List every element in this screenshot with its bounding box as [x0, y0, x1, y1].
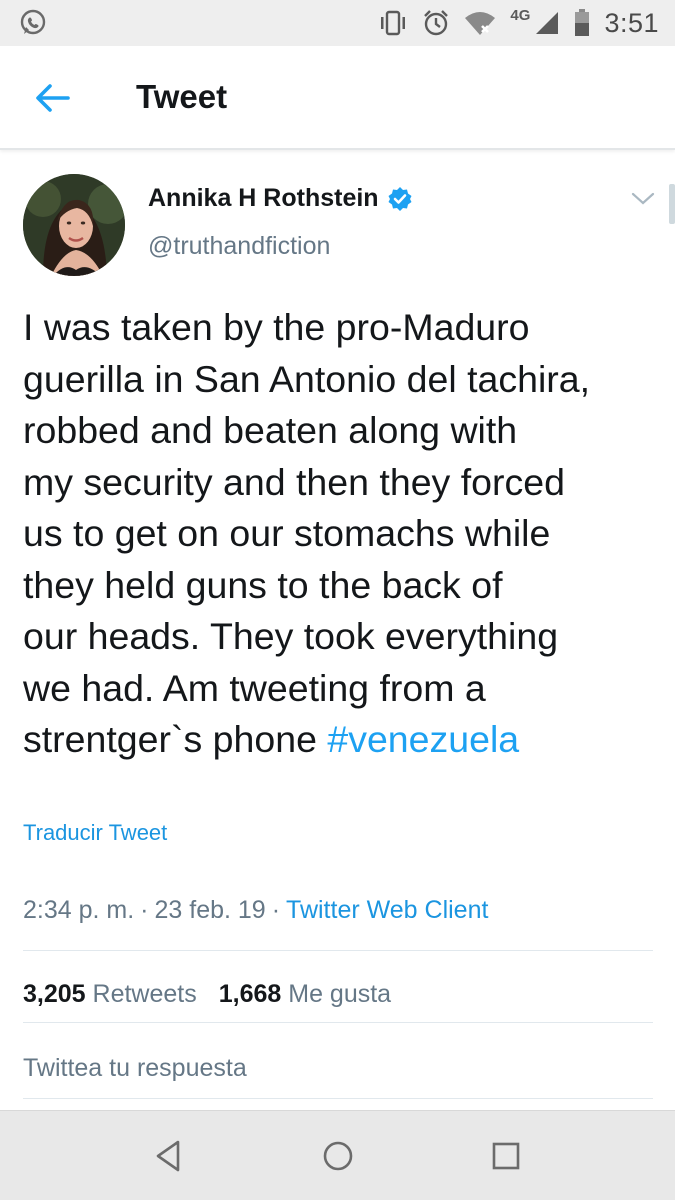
app-bar: Tweet — [0, 46, 675, 150]
client-link[interactable]: Twitter Web Client — [286, 896, 488, 924]
retweets-count: 3,205 — [23, 980, 86, 1008]
verified-badge-icon — [388, 186, 412, 211]
tweet-text-last-line: strentger`s phone #venezuela — [23, 714, 663, 766]
meta-separator: · — [140, 896, 149, 924]
tweet-stats: 3,205 Retweets 1,668 Me gusta — [23, 980, 413, 1009]
battery-icon — [575, 9, 590, 36]
divider — [23, 950, 653, 951]
hashtag-link[interactable]: #venezuela — [327, 718, 519, 760]
tweet-text: I was taken by the pro-Maduro guerilla i… — [23, 302, 663, 766]
author-name[interactable]: Annika H Rothstein — [148, 184, 379, 213]
signal-icon — [536, 12, 559, 34]
page-title: Tweet — [136, 78, 228, 115]
tweet-text-line: they held guns to the back of — [23, 563, 503, 606]
status-bar: 4G 3:51 — [0, 0, 675, 46]
whatsapp-icon — [20, 9, 46, 35]
retweets-stat[interactable]: 3,205 Retweets — [23, 980, 197, 1008]
tweet-text-line: strentger`s phone — [23, 718, 328, 760]
translate-tweet-link[interactable]: Traducir Tweet — [23, 820, 167, 846]
arrow-left-icon[interactable] — [30, 78, 74, 118]
reply-input[interactable]: Twittea tu respuesta — [23, 1054, 247, 1083]
alarm-icon — [424, 10, 449, 36]
retweets-label: Retweets — [92, 980, 197, 1008]
network-type-label: 4G — [510, 6, 531, 24]
tweet-text-line: I was taken by the pro-Maduro — [23, 306, 530, 348]
vibrate-icon — [381, 10, 406, 36]
tweet-text-line: my security and then they forced — [23, 460, 565, 503]
meta-separator: · — [271, 896, 281, 924]
scrollbar[interactable] — [669, 184, 675, 224]
wifi-icon — [465, 12, 496, 35]
back-triangle-icon[interactable] — [148, 1136, 188, 1176]
chevron-down-icon[interactable] — [630, 190, 656, 208]
tweet-time: 2:34 p. m. — [23, 896, 135, 924]
divider — [23, 1098, 653, 1099]
tweet-text-line: us to get on our stomachs while — [23, 512, 551, 554]
tweet-date: 23 feb. 19 — [154, 896, 266, 924]
status-time: 3:51 — [604, 7, 659, 38]
tweet-text-line: guerilla in San Antonio del tachira, — [23, 357, 591, 400]
tweet-text-line: our heads. They took everything — [23, 615, 559, 657]
tweet-timestamp-row: 2:34 p. m. · 23 feb. 19 · Twitter Web Client — [23, 896, 488, 925]
home-circle-icon[interactable] — [318, 1136, 358, 1176]
likes-label: Me gusta — [288, 980, 392, 1008]
divider — [23, 1022, 653, 1023]
navigation-bar — [0, 1110, 675, 1200]
avatar[interactable] — [23, 174, 125, 276]
recents-square-icon[interactable] — [486, 1136, 526, 1176]
likes-count: 1,668 — [218, 980, 282, 1008]
author-handle[interactable]: @truthandfiction — [148, 232, 330, 261]
tweet-text-line: we had. Am tweeting from a — [23, 666, 486, 709]
likes-stat[interactable]: 1,668 Me gusta — [219, 980, 391, 1008]
author-row: Annika H Rothstein — [148, 184, 413, 213]
tweet-text-line: robbed and beaten along with — [23, 409, 518, 451]
